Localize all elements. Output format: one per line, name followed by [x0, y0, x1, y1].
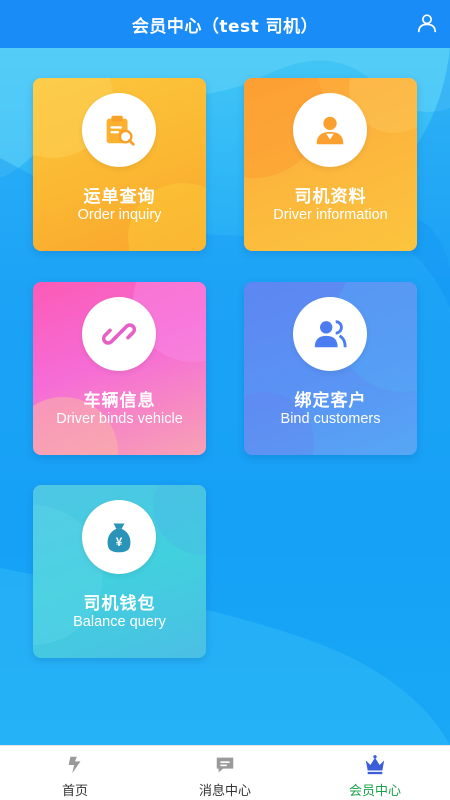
bind-customers-card[interactable]: 绑定客户 Bind customers: [244, 282, 417, 455]
driver-wallet-card[interactable]: ¥ 司机钱包 Balance query: [33, 485, 206, 658]
icon-badge: [82, 297, 156, 371]
member-center-panel: 运单查询 Order inquiry 司机资料 Driver informati…: [0, 48, 450, 745]
card-title: 绑定客户: [294, 391, 367, 411]
icon-badge: [82, 93, 156, 167]
bottom-tab-bar: 首页 消息中心 会员中心: [0, 745, 450, 800]
icon-badge: [293, 297, 367, 371]
card-subtitle: Bind customers: [280, 411, 381, 427]
app-header: 会员中心（test 司机）: [0, 0, 450, 48]
tab-home[interactable]: 首页: [0, 746, 150, 800]
crown-icon: [362, 752, 388, 778]
icon-badge: ¥: [82, 500, 156, 574]
tab-label: 消息中心: [198, 784, 251, 799]
page-title: 会员中心（test 司机）: [131, 16, 319, 37]
driver-information-card[interactable]: 司机资料 Driver information: [244, 78, 417, 251]
home-icon: [62, 752, 88, 778]
user-icon: [417, 14, 437, 33]
card-subtitle: Driver binds vehicle: [56, 411, 183, 427]
card-subtitle: Driver information: [273, 207, 388, 223]
money-bag-icon: ¥: [107, 523, 131, 553]
tab-member-center[interactable]: 会员中心: [300, 746, 450, 800]
icon-badge: [293, 93, 367, 167]
message-icon: [212, 752, 238, 778]
user-profile-button[interactable]: [414, 10, 440, 36]
tab-label: 会员中心: [348, 784, 401, 799]
vehicle-information-card[interactable]: 车辆信息 Driver binds vehicle: [33, 282, 206, 455]
tab-label: 首页: [61, 784, 88, 799]
card-subtitle: Balance query: [73, 614, 166, 630]
tab-message-center[interactable]: 消息中心: [150, 746, 300, 800]
link-icon: [101, 323, 137, 345]
order-search-icon: [106, 115, 135, 146]
customers-icon: [314, 320, 347, 348]
card-subtitle: Order inquiry: [77, 207, 162, 223]
card-title: 运单查询: [83, 187, 156, 207]
order-inquiry-card[interactable]: 运单查询 Order inquiry: [33, 78, 206, 251]
card-title: 车辆信息: [83, 391, 156, 411]
driver-profile-icon: [316, 116, 344, 145]
card-title: 司机钱包: [83, 594, 156, 614]
card-title: 司机资料: [294, 187, 367, 207]
svg-text:¥: ¥: [116, 536, 123, 549]
